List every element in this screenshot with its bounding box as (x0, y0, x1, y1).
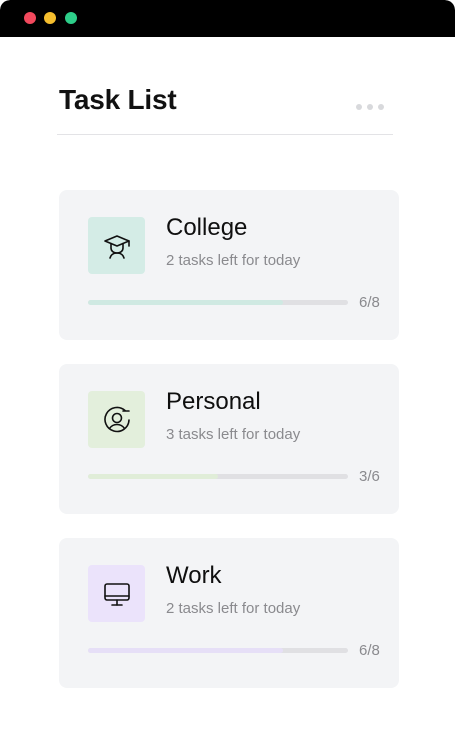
page-title: Task List (59, 84, 177, 115)
card-subtitle: 2 tasks left for today (166, 252, 301, 269)
graduation-cap-icon (103, 234, 130, 259)
progress-count: 3/6 (359, 468, 380, 485)
user-circle-icon (103, 406, 130, 432)
more-horizontal-icon-dot (378, 104, 384, 110)
minimize-window-button[interactable] (44, 12, 56, 24)
header-divider (57, 134, 393, 135)
card-title: Work (166, 562, 222, 589)
progress-fill (88, 474, 218, 479)
task-card-personal[interactable]: Personal 3 tasks left for today 3/6 (59, 364, 399, 514)
card-title: Personal (166, 388, 261, 415)
progress-fill (88, 300, 283, 305)
more-horizontal-icon (356, 104, 362, 110)
maximize-window-button[interactable] (65, 12, 77, 24)
card-icon-box (88, 217, 145, 274)
card-subtitle: 3 tasks left for today (166, 426, 301, 443)
progress-count: 6/8 (359, 294, 380, 311)
card-title: College (166, 214, 248, 241)
task-card-college[interactable]: College 2 tasks left for today 6/8 (59, 190, 399, 340)
progress-bar (88, 648, 348, 653)
progress-fill (88, 648, 283, 653)
more-options-button[interactable] (356, 100, 396, 114)
title-bar (0, 0, 455, 37)
card-icon-box (88, 391, 145, 448)
progress-bar (88, 300, 348, 305)
close-window-button[interactable] (24, 12, 36, 24)
progress-count: 6/8 (359, 642, 380, 659)
more-horizontal-icon-dot (367, 104, 373, 110)
card-subtitle: 2 tasks left for today (166, 600, 301, 617)
progress-bar (88, 474, 348, 479)
task-card-work[interactable]: Work 2 tasks left for today 6/8 (59, 538, 399, 688)
card-icon-box (88, 565, 145, 622)
monitor-icon (103, 582, 130, 606)
app-window: Task List College 2 tasks left for today… (0, 0, 455, 740)
